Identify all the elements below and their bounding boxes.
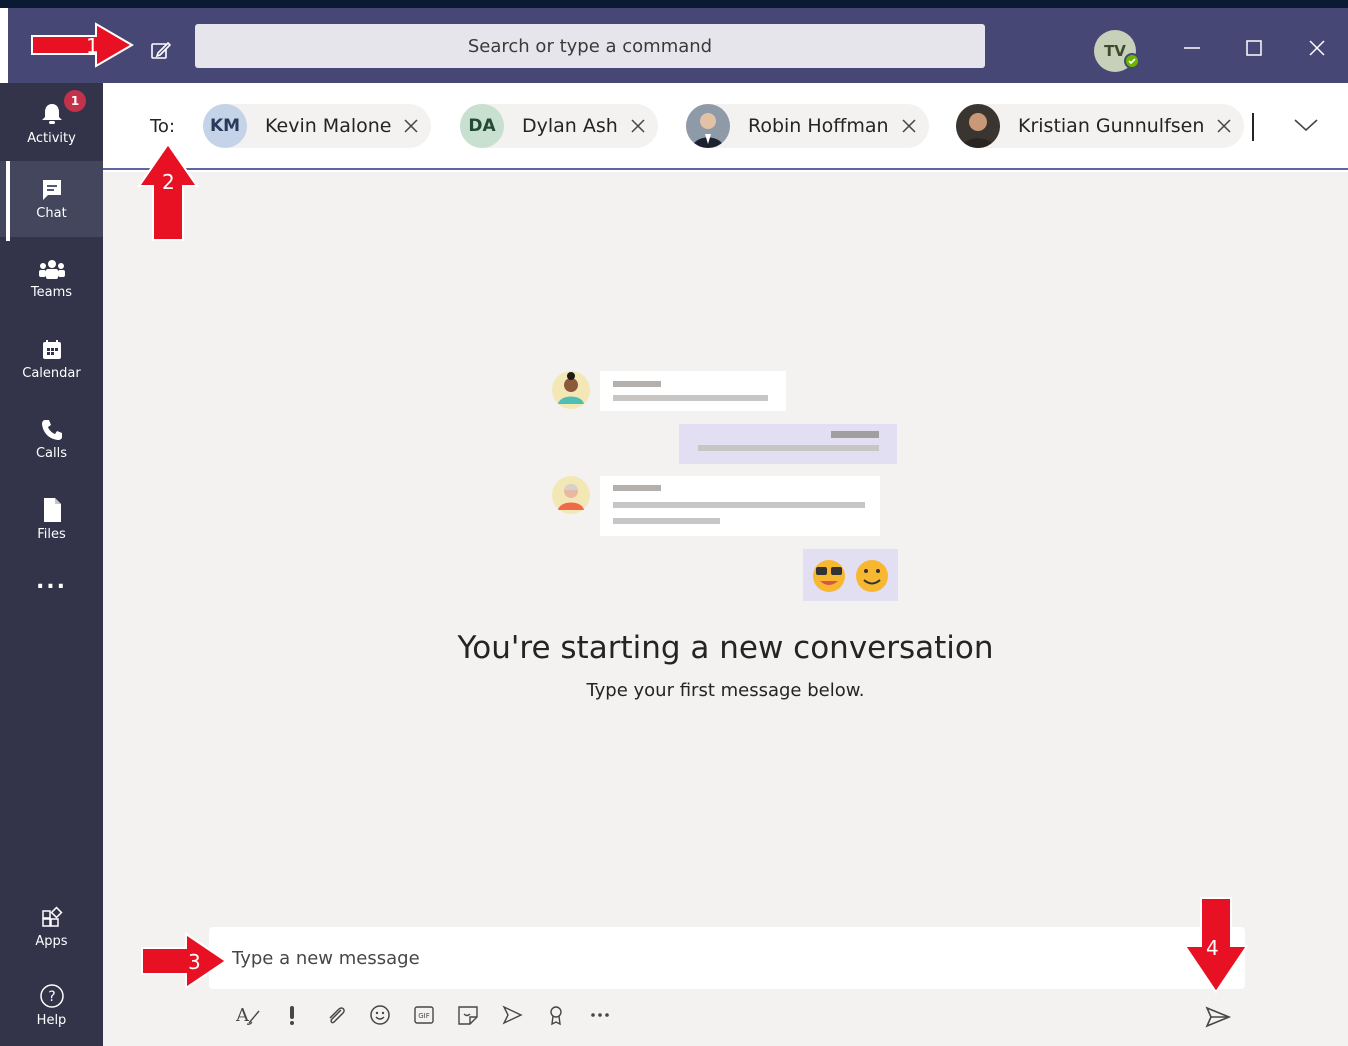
- rail-label-activity: Activity: [27, 130, 76, 146]
- message-input[interactable]: Type a new message: [209, 927, 1245, 989]
- notification-badge: 1: [64, 90, 86, 112]
- new-conversation-headline: You're starting a new conversation: [457, 630, 994, 666]
- send-icon[interactable]: [1203, 1002, 1233, 1032]
- recipient-photo: [686, 104, 730, 148]
- more-icon: ...: [35, 568, 68, 594]
- attach-icon[interactable]: [314, 1000, 358, 1030]
- rail-item-teams[interactable]: Teams: [0, 241, 103, 317]
- remove-recipient-icon[interactable]: [630, 118, 646, 134]
- text-cursor: [1252, 113, 1254, 141]
- rail-label-calls: Calls: [35, 445, 68, 461]
- file-icon: [43, 497, 61, 522]
- recipient-avatar: KM: [203, 104, 247, 148]
- recipient-name: Kevin Malone: [265, 115, 392, 137]
- chevron-down-icon[interactable]: [1293, 115, 1319, 135]
- minimize-button[interactable]: [1178, 34, 1206, 62]
- help-icon: ?: [39, 983, 64, 1008]
- recipient-photo: [956, 104, 1000, 148]
- recipient-bar: To: KM Kevin Malone DA Dylan Ash Robin H…: [103, 83, 1348, 170]
- new-chat-icon[interactable]: [146, 36, 176, 66]
- message-placeholder: Type a new message: [232, 948, 420, 969]
- annotation-number: 4: [1206, 936, 1219, 960]
- rail-label-files: Files: [37, 526, 66, 542]
- rail-item-chat[interactable]: Chat: [0, 161, 103, 241]
- maximize-button[interactable]: [1240, 34, 1268, 62]
- title-bar: ‹ Search or type a command TV: [8, 8, 1348, 83]
- phone-icon: [41, 419, 62, 440]
- svg-text:?: ?: [48, 989, 55, 1005]
- rail-item-apps[interactable]: Apps: [0, 889, 103, 965]
- window-frame: [0, 0, 1348, 8]
- annotation-arrow: [141, 932, 228, 990]
- calendar-icon: [42, 339, 61, 359]
- app-rail: Activity 1 Chat Teams Calendar Calls Fil…: [0, 83, 103, 1046]
- bell-icon: [41, 103, 62, 124]
- rail-label-teams: Teams: [30, 284, 73, 300]
- recipient-name: Robin Hoffman: [748, 115, 889, 137]
- format-icon[interactable]: A: [226, 1000, 270, 1030]
- gif-icon[interactable]: GIF: [402, 1000, 446, 1030]
- presence-available-icon: [1124, 53, 1140, 69]
- to-label: To:: [150, 116, 176, 137]
- new-conversation-subline: Type your first message below.: [586, 680, 865, 701]
- recipient-chip[interactable]: DA Dylan Ash: [460, 104, 658, 148]
- rail-label-calendar: Calendar: [22, 365, 81, 381]
- rail-item-files[interactable]: Files: [0, 481, 103, 557]
- rail-item-help[interactable]: ? Help: [0, 967, 103, 1043]
- important-icon[interactable]: [270, 1000, 314, 1030]
- annotation-number: 2: [162, 170, 175, 194]
- rail-label-chat: Chat: [36, 205, 67, 221]
- recipient-name: Kristian Gunnulfsen: [1018, 115, 1205, 137]
- compose-toolbar: A GIF: [226, 1000, 622, 1030]
- rail-item-calls[interactable]: Calls: [0, 401, 103, 477]
- remove-recipient-icon[interactable]: [1216, 118, 1232, 134]
- rail-label-help: Help: [36, 1012, 67, 1028]
- praise-icon[interactable]: [534, 1000, 578, 1030]
- conversation-area: You're starting a new conversation Type …: [103, 172, 1348, 1046]
- annotation-arrow: [31, 22, 134, 68]
- svg-text:A: A: [235, 1005, 250, 1026]
- emoji-icon[interactable]: [358, 1000, 402, 1030]
- chat-icon: [42, 179, 61, 200]
- rail-more-button[interactable]: ...: [0, 561, 103, 601]
- rail-label-apps: Apps: [35, 933, 68, 949]
- remove-recipient-icon[interactable]: [901, 118, 917, 134]
- sticker-icon[interactable]: [446, 1000, 490, 1030]
- recipient-chip[interactable]: Robin Hoffman: [686, 104, 929, 148]
- recipient-chip[interactable]: Kristian Gunnulfsen: [956, 104, 1245, 148]
- search-input[interactable]: Search or type a command: [195, 24, 985, 68]
- recipient-avatar: DA: [460, 104, 504, 148]
- new-conversation-illustration: [552, 371, 898, 601]
- svg-text:GIF: GIF: [418, 1012, 430, 1020]
- rail-item-activity[interactable]: Activity 1: [0, 85, 103, 161]
- close-window-button[interactable]: [1303, 34, 1331, 62]
- remove-recipient-icon[interactable]: [403, 118, 419, 134]
- annotation-number: 3: [188, 950, 201, 974]
- more-options-icon[interactable]: [578, 1000, 622, 1030]
- annotation-number: 1: [86, 34, 99, 58]
- meet-now-icon[interactable]: [490, 1000, 534, 1030]
- recipient-chip[interactable]: KM Kevin Malone: [203, 104, 432, 148]
- apps-icon: [41, 905, 63, 927]
- teams-icon: [38, 259, 65, 279]
- rail-item-calendar[interactable]: Calendar: [0, 321, 103, 397]
- recipient-name: Dylan Ash: [522, 115, 618, 137]
